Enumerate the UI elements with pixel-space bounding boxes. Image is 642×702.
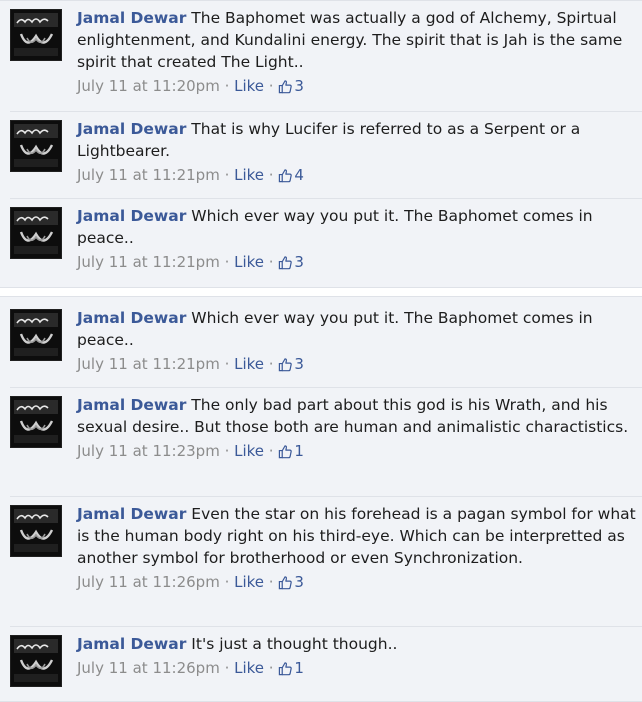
separator: · <box>219 659 235 677</box>
like-link[interactable]: Like <box>234 166 264 184</box>
separator: · <box>264 442 279 460</box>
avatar[interactable] <box>10 505 62 557</box>
comment-meta: July 11 at 11:21pm · Like · 3 <box>77 251 637 273</box>
comment-divider <box>10 626 642 627</box>
comment-divider <box>10 198 642 199</box>
separator: · <box>264 659 279 677</box>
avatar[interactable] <box>10 635 62 687</box>
comment-divider <box>10 387 642 388</box>
avatar[interactable] <box>10 120 62 172</box>
like-link[interactable]: Like <box>234 442 264 460</box>
author-name[interactable]: Jamal Dewar <box>77 207 186 225</box>
like-count-value: 1 <box>294 442 304 460</box>
timestamp[interactable]: July 11 at 11:26pm <box>77 573 220 591</box>
separator: · <box>219 253 235 271</box>
comment-panel-2: Jamal Dewar Which ever way you put it. T… <box>0 296 642 702</box>
like-count-value: 4 <box>294 166 304 184</box>
timestamp[interactable]: July 11 at 11:21pm <box>77 166 220 184</box>
comment-meta: July 11 at 11:21pm · Like · 3 <box>77 353 637 375</box>
comment: Jamal Dewar Which ever way you put it. T… <box>77 205 637 273</box>
separator: · <box>219 355 235 373</box>
thumbs-up-icon <box>279 358 293 372</box>
like-link[interactable]: Like <box>234 355 264 373</box>
separator: · <box>219 77 235 95</box>
comment: Jamal Dewar It's just a thought though..… <box>77 633 637 679</box>
thumbs-up-icon <box>279 662 293 676</box>
thumbs-up-icon <box>279 445 293 459</box>
like-count[interactable]: 1 <box>278 659 304 677</box>
thumbs-up-icon <box>279 169 293 183</box>
separator: · <box>264 573 279 591</box>
like-count[interactable]: 3 <box>278 355 304 373</box>
like-link[interactable]: Like <box>234 659 264 677</box>
like-count[interactable]: 4 <box>278 166 304 184</box>
timestamp[interactable]: July 11 at 11:23pm <box>77 442 220 460</box>
comment-meta: July 11 at 11:26pm · Like · 1 <box>77 657 637 679</box>
comment-meta: July 11 at 11:23pm · Like · 1 <box>77 440 637 462</box>
comment-meta: July 11 at 11:26pm · Like · 3 <box>77 571 637 593</box>
author-name[interactable]: Jamal Dewar <box>77 505 186 523</box>
comment-text-block: Jamal Dewar The only bad part about this… <box>77 394 637 438</box>
avatar[interactable] <box>10 207 62 259</box>
like-count[interactable]: 1 <box>278 442 304 460</box>
comment-text-block: Jamal Dewar Which ever way you put it. T… <box>77 205 637 249</box>
avatar[interactable] <box>10 9 62 61</box>
thumbs-up-icon <box>279 256 293 270</box>
comment-text-block: Jamal Dewar It's just a thought though.. <box>77 633 637 655</box>
timestamp[interactable]: July 11 at 11:21pm <box>77 253 220 271</box>
like-link[interactable]: Like <box>234 573 264 591</box>
like-link[interactable]: Like <box>234 77 264 95</box>
timestamp[interactable]: July 11 at 11:21pm <box>77 355 220 373</box>
like-link[interactable]: Like <box>234 253 264 271</box>
like-count-value: 3 <box>294 573 304 591</box>
comment: Jamal Dewar The Baphomet was actually a … <box>77 7 637 97</box>
separator: · <box>264 77 279 95</box>
separator: · <box>219 442 235 460</box>
avatar[interactable] <box>10 396 62 448</box>
like-count-value: 3 <box>294 355 304 373</box>
like-count-value: 3 <box>294 77 304 95</box>
comment: Jamal Dewar That is why Lucifer is refer… <box>77 118 637 186</box>
comment-meta: July 11 at 11:20pm · Like · 3 <box>77 75 637 97</box>
thumbs-up-icon <box>279 576 293 590</box>
comment: Jamal Dewar Which ever way you put it. T… <box>77 307 637 375</box>
separator: · <box>219 573 235 591</box>
separator: · <box>219 166 235 184</box>
like-count-value: 3 <box>294 253 304 271</box>
separator: · <box>264 253 279 271</box>
comment-text: It's just a thought though.. <box>191 635 398 653</box>
thumbs-up-icon <box>279 80 293 94</box>
like-count[interactable]: 3 <box>278 253 304 271</box>
author-name[interactable]: Jamal Dewar <box>77 396 186 414</box>
like-count[interactable]: 3 <box>278 77 304 95</box>
avatar[interactable] <box>10 309 62 361</box>
comment-text-block: Jamal Dewar Even the star on his forehea… <box>77 503 637 569</box>
like-count[interactable]: 3 <box>278 573 304 591</box>
author-name[interactable]: Jamal Dewar <box>77 309 186 327</box>
like-count-value: 1 <box>294 659 304 677</box>
separator: · <box>264 166 279 184</box>
author-name[interactable]: Jamal Dewar <box>77 635 186 653</box>
timestamp[interactable]: July 11 at 11:20pm <box>77 77 220 95</box>
comment-text-block: Jamal Dewar That is why Lucifer is refer… <box>77 118 637 162</box>
comment: Jamal Dewar The only bad part about this… <box>77 394 637 462</box>
comment: Jamal Dewar Even the star on his forehea… <box>77 503 637 593</box>
comment-text-block: Jamal Dewar The Baphomet was actually a … <box>77 7 637 73</box>
comment-divider <box>10 496 642 497</box>
comment-meta: July 11 at 11:21pm · Like · 4 <box>77 164 637 186</box>
author-name[interactable]: Jamal Dewar <box>77 120 186 138</box>
comment-divider <box>10 111 642 112</box>
comment-panel-1: Jamal Dewar The Baphomet was actually a … <box>0 0 642 288</box>
comment-text-block: Jamal Dewar Which ever way you put it. T… <box>77 307 637 351</box>
timestamp[interactable]: July 11 at 11:26pm <box>77 659 220 677</box>
separator: · <box>264 355 279 373</box>
author-name[interactable]: Jamal Dewar <box>77 9 186 27</box>
